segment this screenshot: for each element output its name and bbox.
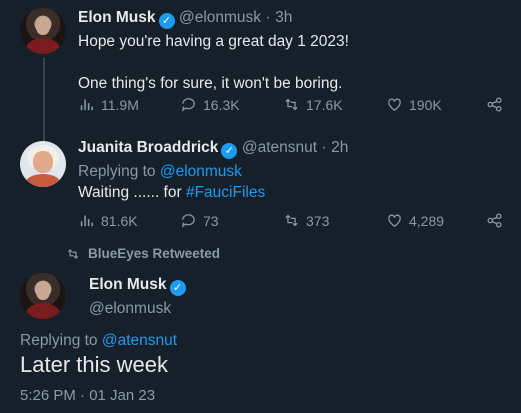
tweet2-text: Waiting ...... for #FauciFiles [78, 184, 266, 201]
heart-icon [388, 98, 401, 111]
retweet-icon [285, 98, 298, 111]
hashtag-link[interactable]: #FauciFiles [186, 184, 265, 201]
tweet3-timestamp[interactable]: 5:26 PM · 01 Jan 23 [20, 387, 155, 404]
retweet-count: 17.6K [306, 96, 343, 113]
tweet3-replying-to: Replying to @atensnut [20, 332, 178, 349]
avatar-juanita-broaddrick[interactable] [20, 141, 66, 187]
share-icon [487, 213, 502, 228]
tweet2-replying-to: Replying to @elonmusk [78, 163, 242, 180]
author-name[interactable]: Elon Musk [89, 276, 167, 293]
author-handle[interactable]: @elonmusk [179, 9, 261, 26]
like-button[interactable]: 190K [386, 96, 442, 113]
author-name[interactable]: Elon Musk [78, 9, 156, 26]
verified-badge-icon: ✓ [158, 13, 175, 29]
tweet-time[interactable]: 2h [331, 139, 348, 156]
retweet-icon [67, 248, 79, 259]
share-button[interactable] [486, 96, 503, 113]
tweet2-header: Juanita Broaddrick ✓ @atensnut · 2h [78, 139, 348, 159]
avatar-elon-musk[interactable] [20, 8, 66, 54]
like-button[interactable]: 4,289 [386, 212, 444, 229]
tweet1-text-line1: Hope you're having a great day 1 2023! [78, 33, 349, 50]
tweet1-header: Elon Musk ✓ @elonmusk · 3h [78, 9, 292, 29]
retweet-button[interactable]: 17.6K [283, 96, 343, 113]
retweeted-by[interactable]: BlueEyes Retweeted [66, 246, 220, 261]
reply-bubble-icon [181, 98, 195, 112]
tweet3-header: Elon Musk ✓ @elonmusk [89, 276, 186, 318]
retweet-icon [285, 214, 298, 227]
retweet-button[interactable]: 373 [283, 212, 329, 229]
author-handle[interactable]: @elonmusk [89, 300, 186, 318]
reply-count: 16.3K [203, 96, 240, 113]
verified-badge-icon: ✓ [169, 280, 186, 296]
separator-dot: · [321, 139, 327, 156]
reply-button[interactable]: 73 [180, 212, 219, 229]
views-chart-icon [80, 99, 93, 111]
replying-to-link[interactable]: @atensnut [102, 332, 177, 349]
retweet-count: 373 [306, 212, 330, 229]
share-icon [487, 97, 502, 112]
views-count: 11.9M [101, 96, 139, 113]
tweet3-text: Later this week [20, 352, 168, 377]
author-handle[interactable]: @atensnut [242, 139, 317, 156]
avatar-elon-musk[interactable] [20, 273, 66, 319]
author-name[interactable]: Juanita Broaddrick [78, 139, 218, 156]
tweet1-text-line2: One thing's for sure, it won't be boring… [78, 75, 343, 92]
reply-bubble-icon [181, 214, 195, 228]
thread-line [43, 58, 45, 142]
views-button[interactable]: 81.6K [78, 212, 138, 229]
separator-dot: · [265, 9, 271, 26]
tweet-time[interactable]: 3h [275, 9, 292, 26]
views-chart-icon [80, 215, 93, 227]
share-button[interactable] [486, 212, 503, 229]
views-count: 81.6K [101, 212, 138, 229]
like-count: 4,289 [409, 212, 445, 229]
reply-button[interactable]: 16.3K [180, 96, 240, 113]
retweeted-by-label: BlueEyes Retweeted [88, 246, 221, 261]
heart-icon [388, 214, 401, 227]
like-count: 190K [409, 96, 442, 113]
verified-badge-icon: ✓ [221, 143, 238, 159]
views-button[interactable]: 11.9M [78, 96, 139, 113]
reply-count: 73 [203, 212, 219, 229]
replying-to-link[interactable]: @elonmusk [160, 163, 242, 180]
